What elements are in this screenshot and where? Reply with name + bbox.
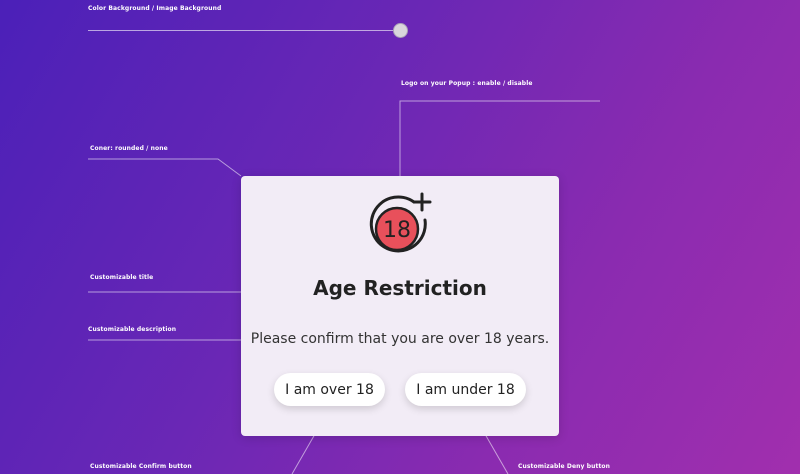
- popup-title: Age Restriction: [313, 276, 487, 300]
- annotation-corner: Coner: rounded / none: [90, 145, 168, 152]
- annotation-title: Customizable title: [90, 274, 154, 281]
- confirm-button[interactable]: I am over 18: [274, 373, 385, 406]
- age-18-plus-icon: 18: [369, 192, 432, 253]
- annotation-deny: Customizable Deny button: [518, 463, 611, 470]
- popup-description: Please confirm that you are over 18 year…: [250, 331, 550, 347]
- annotation-description: Customizable description: [88, 326, 177, 333]
- annotation-background: Color Background / Image Background: [88, 5, 222, 12]
- logo-text: 18: [383, 218, 411, 243]
- annotation-logo: Logo on your Popup : enable / disable: [401, 80, 533, 87]
- age-restriction-popup: 18 Age Restriction Please confirm that y…: [241, 176, 559, 436]
- background-slider-track[interactable]: [88, 30, 404, 31]
- annotation-confirm: Customizable Confirm button: [90, 463, 192, 470]
- deny-button[interactable]: I am under 18: [405, 373, 526, 406]
- background-slider-knob[interactable]: [393, 23, 408, 38]
